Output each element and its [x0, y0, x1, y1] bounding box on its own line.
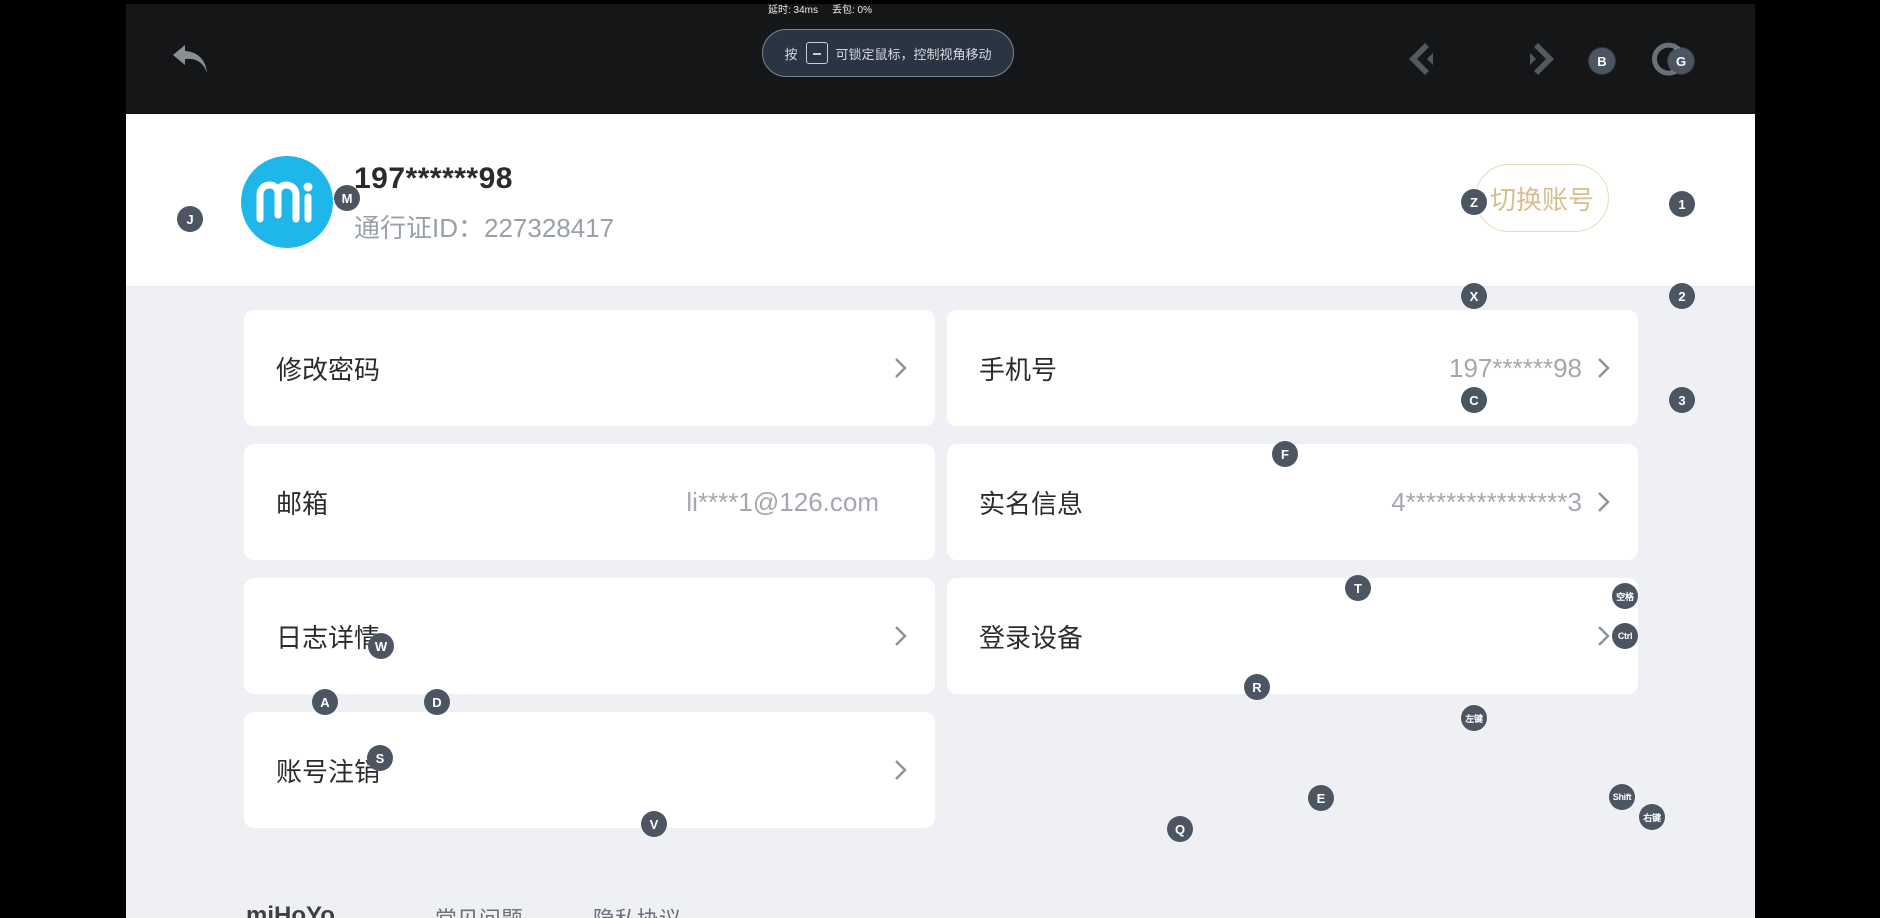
app-window: 按 可锁定鼠标，控制视角移动 197******98 通行证ID：2273284… — [126, 4, 1755, 918]
key-marker-f[interactable]: F — [1272, 441, 1298, 467]
stage: 按 可锁定鼠标，控制视角移动 197******98 通行证ID：2273284… — [0, 0, 1880, 918]
key-marker-left-click[interactable]: 左键 — [1461, 705, 1487, 731]
item-label: 登录设备 — [979, 622, 1084, 653]
key-marker-s[interactable]: S — [367, 745, 393, 771]
mouse-lock-hint: 按 可锁定鼠标，控制视角移动 — [762, 29, 1014, 77]
key-marker-j[interactable]: J — [177, 206, 203, 232]
key-marker-z[interactable]: Z — [1461, 189, 1487, 215]
key-marker-t[interactable]: T — [1345, 575, 1371, 601]
lock-hint-prefix: 按 — [784, 46, 798, 62]
key-marker-1[interactable]: 1 — [1669, 191, 1695, 217]
item-label: 账号注销 — [276, 756, 381, 787]
item-value: 4****************3 — [1391, 486, 1582, 517]
latency-readout: 延时: 34ms — [767, 4, 818, 16]
key-marker-g[interactable]: G — [1668, 48, 1694, 74]
lock-hint-text: 可锁定鼠标，控制视角移动 — [835, 46, 992, 62]
back-button[interactable] — [166, 34, 216, 84]
key-marker-m[interactable]: M — [334, 185, 360, 211]
nav-prev-button[interactable] — [1397, 36, 1443, 82]
item-value: li****1@126.com — [686, 486, 879, 517]
chevron-right-icon — [1598, 492, 1610, 512]
key-marker-v[interactable]: V — [641, 811, 667, 837]
key-marker-3[interactable]: 3 — [1669, 387, 1695, 413]
nav-next-button[interactable] — [1520, 36, 1566, 82]
username: 197******98 — [354, 162, 513, 195]
network-stats: 延时: 34ms 丢包: 0% — [745, 0, 895, 17]
top-toolbar: 按 可锁定鼠标，控制视角移动 — [126, 4, 1755, 114]
key-marker-x[interactable]: X — [1461, 283, 1487, 309]
packet-loss-readout: 丢包: 0% — [832, 4, 873, 16]
privacy-link[interactable]: 隐私协议 — [593, 902, 681, 918]
avatar[interactable] — [241, 156, 333, 248]
mihoyo-logo: miHoYo — [246, 902, 335, 918]
account-cancellation-item[interactable]: 账号注销 — [244, 712, 935, 828]
chevron-right-icon — [895, 358, 907, 378]
item-label: 实名信息 — [979, 488, 1084, 519]
key-marker-ctrl[interactable]: Ctrl — [1612, 623, 1638, 649]
footer: miHoYo 常见问题 隐私协议 — [246, 902, 846, 918]
key-marker-w[interactable]: W — [368, 633, 394, 659]
change-password-item[interactable]: 修改密码 — [244, 310, 935, 426]
faq-link[interactable]: 常见问题 — [435, 902, 523, 918]
profile-header: 197******98 通行证ID：227328417 切换账号 — [126, 114, 1755, 287]
key-marker-space[interactable]: 空格 — [1612, 583, 1638, 609]
key-marker-d[interactable]: D — [424, 689, 450, 715]
key-marker-a[interactable]: A — [312, 689, 338, 715]
chevron-right-icon — [1598, 358, 1610, 378]
chevron-right-icon — [1530, 43, 1554, 75]
key-marker-2[interactable]: 2 — [1669, 283, 1695, 309]
key-marker-b[interactable]: B — [1589, 48, 1615, 74]
passport-id: 通行证ID：227328417 — [354, 213, 615, 243]
item-label: 日志详情 — [276, 622, 381, 653]
login-devices-item[interactable]: 登录设备 — [947, 578, 1638, 694]
item-label: 修改密码 — [276, 354, 381, 385]
mi-logo-icon — [256, 181, 313, 223]
chevron-left-icon — [1409, 43, 1433, 75]
chevron-right-icon — [895, 626, 907, 646]
keyboard-key-icon — [805, 42, 828, 64]
key-marker-c[interactable]: C — [1461, 387, 1487, 413]
log-details-item[interactable]: 日志详情 — [244, 578, 935, 694]
switch-account-button[interactable]: 切换账号 — [1475, 164, 1609, 232]
email-item[interactable]: 邮箱 li****1@126.com — [244, 444, 935, 560]
key-marker-q[interactable]: Q — [1167, 816, 1193, 842]
key-marker-right-click[interactable]: 右键 — [1639, 804, 1665, 830]
key-marker-e[interactable]: E — [1308, 785, 1334, 811]
chevron-right-icon — [895, 760, 907, 780]
item-label: 手机号 — [979, 354, 1058, 385]
back-arrow-icon — [173, 45, 207, 73]
key-marker-shift[interactable]: Shift — [1609, 784, 1635, 810]
chevron-right-icon — [1598, 626, 1610, 646]
item-label: 邮箱 — [276, 488, 329, 519]
phone-number-item[interactable]: 手机号 197******98 — [947, 310, 1638, 426]
key-marker-r[interactable]: R — [1244, 674, 1270, 700]
